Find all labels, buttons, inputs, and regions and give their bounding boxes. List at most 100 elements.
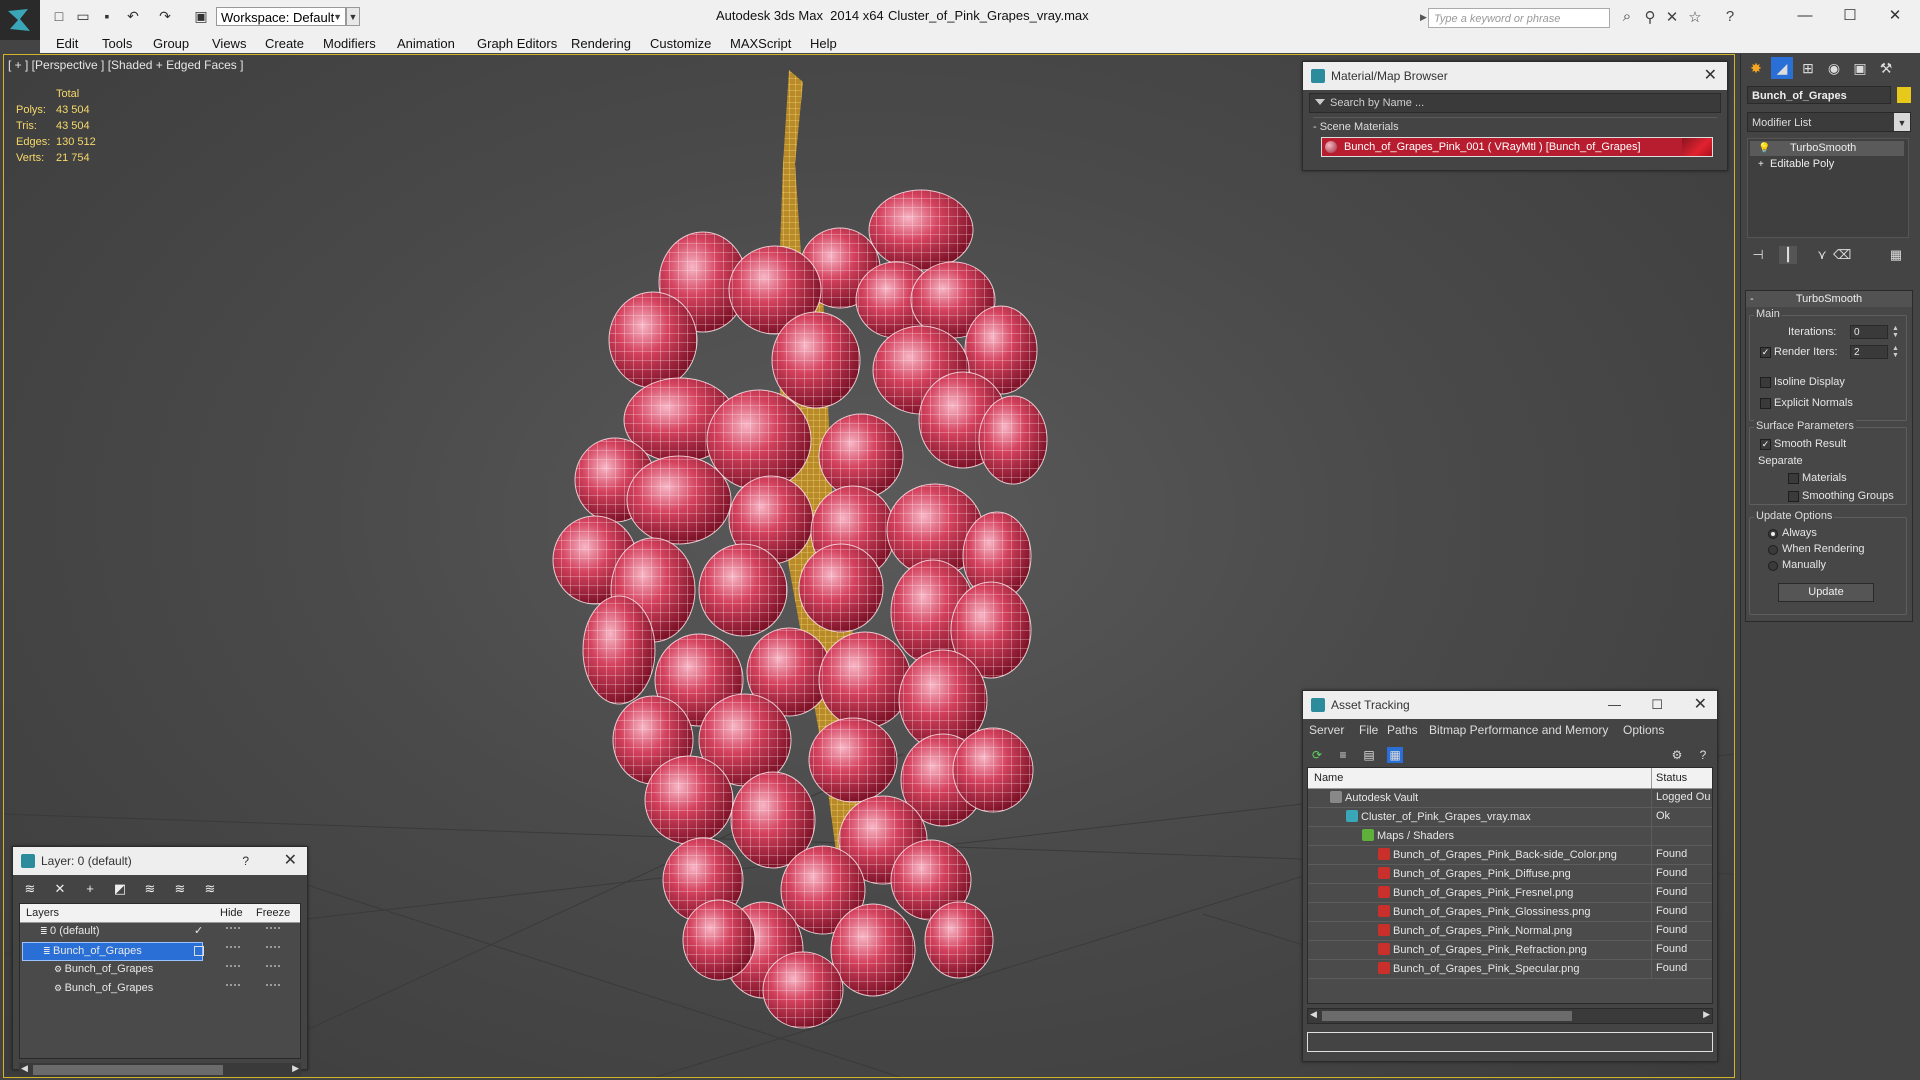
table-row[interactable]: Cluster_of_Pink_Grapes_vray.max Ok <box>1308 807 1712 827</box>
at-menu-paths[interactable]: Paths <box>1387 723 1418 737</box>
app-logo-icon[interactable] <box>0 0 40 40</box>
at-menu-bitmap-performance[interactable]: Bitmap Performance and Memory <box>1429 723 1608 737</box>
close-icon[interactable]: ✕ <box>1704 62 1717 90</box>
asset-tracking-titlebar[interactable]: Asset Tracking — ☐ ✕ <box>1303 691 1717 719</box>
highlight-layer-icon[interactable]: ≋ <box>141 881 159 897</box>
bulb-icon[interactable]: 💡 <box>1758 141 1770 156</box>
display-tab-icon[interactable]: ▣ <box>1849 57 1871 79</box>
refresh-icon[interactable]: ⟳ <box>1309 747 1325 763</box>
column-freeze[interactable]: Freeze <box>256 907 290 919</box>
menu-tools[interactable]: Tools <box>102 36 132 51</box>
menu-edit[interactable]: Edit <box>56 36 78 51</box>
scene-materials-group[interactable]: - Scene Materials <box>1313 117 1717 133</box>
layer-explorer-titlebar[interactable]: Layer: 0 (default) ? ✕ <box>13 847 307 875</box>
hide-toggle[interactable] <box>226 927 240 929</box>
utilities-tab-icon[interactable]: ⚒ <box>1875 57 1897 79</box>
help-icon[interactable]: ? <box>1695 747 1711 763</box>
hierarchy-tab-icon[interactable]: ⊞ <box>1797 57 1819 79</box>
object-color-swatch[interactable] <box>1897 87 1911 103</box>
vault-settings-icon[interactable]: ⚙ <box>1669 747 1685 763</box>
layer-row[interactable]: ⚙ Bunch_of_Grapes <box>20 979 300 998</box>
open-file-icon[interactable]: ▭ <box>74 8 92 24</box>
viewport-label[interactable]: [ + ] [Perspective ] [Shaded + Edged Fac… <box>8 58 243 72</box>
help-icon[interactable]: ? <box>242 847 249 875</box>
at-menu-options[interactable]: Options <box>1623 723 1664 737</box>
save-icon[interactable]: ▪ <box>98 8 116 24</box>
motion-tab-icon[interactable]: ◉ <box>1823 57 1845 79</box>
table-row[interactable]: Bunch_of_Grapes_Pink_Refraction.png Found <box>1308 940 1712 960</box>
scrollbar-thumb[interactable] <box>1322 1011 1572 1021</box>
modifier-list-dropdown[interactable]: Modifier List ▼ <box>1747 112 1911 132</box>
table-row[interactable]: Bunch_of_Grapes_Pink_Specular.png Found <box>1308 959 1712 979</box>
update-button[interactable]: Update <box>1778 583 1874 602</box>
column-hide[interactable]: Hide <box>220 907 243 919</box>
subscription-icon[interactable]: ⚲ <box>1640 8 1660 26</box>
redo-icon[interactable]: ↷ <box>156 8 174 24</box>
table-view-icon[interactable]: ▦ <box>1387 747 1403 763</box>
at-menu-server[interactable]: Server <box>1309 723 1344 737</box>
scroll-right-icon[interactable]: ▶ <box>1703 1009 1710 1020</box>
materials-checkbox[interactable] <box>1788 473 1799 484</box>
smoothing-groups-checkbox[interactable] <box>1788 491 1799 502</box>
table-row[interactable]: Bunch_of_Grapes_Pink_Fresnel.png Found <box>1308 883 1712 903</box>
scroll-right-icon[interactable]: ▶ <box>292 1063 299 1074</box>
scroll-left-icon[interactable]: ◀ <box>21 1063 28 1074</box>
table-row[interactable]: Autodesk Vault Logged Ou <box>1308 788 1712 808</box>
new-file-icon[interactable]: □ <box>50 8 68 24</box>
menu-graph-editors[interactable]: Graph Editors <box>477 36 557 51</box>
rollout-header[interactable]: - TurboSmooth <box>1746 291 1912 307</box>
hide-toggle[interactable] <box>226 984 240 986</box>
hide-all-layers-icon[interactable]: ≋ <box>171 881 189 897</box>
make-unique-icon[interactable]: ⋎ <box>1813 246 1831 264</box>
search-input[interactable]: Type a keyword or phrase <box>1428 8 1610 28</box>
set-current-layer-icon[interactable] <box>194 946 204 956</box>
modify-tab-icon[interactable]: ◢ <box>1771 57 1793 79</box>
delete-layer-icon[interactable]: ✕ <box>51 881 69 897</box>
material-item[interactable]: Bunch_of_Grapes_Pink_001 ( VRayMtl ) [Bu… <box>1321 137 1713 157</box>
when-rendering-radio[interactable] <box>1768 545 1778 555</box>
pin-stack-icon[interactable]: ⊣ <box>1749 246 1767 264</box>
column-layers[interactable]: Layers <box>26 907 59 919</box>
collapse-icon[interactable]: - <box>1750 291 1754 307</box>
stack-item-editable-poly[interactable]: + Editable Poly <box>1750 157 1904 172</box>
column-name[interactable]: Name <box>1314 772 1343 784</box>
spinner-arrows-icon[interactable]: ▲ ▼ <box>1892 345 1899 359</box>
favorites-star-icon[interactable]: ☆ <box>1685 8 1705 26</box>
create-layer-icon[interactable]: ≋ <box>21 881 39 897</box>
scrollbar-thumb[interactable] <box>33 1065 223 1075</box>
hide-toggle[interactable] <box>226 946 240 948</box>
expand-plus-icon[interactable]: + <box>1758 157 1764 172</box>
column-status[interactable]: Status <box>1656 772 1687 784</box>
object-name-field[interactable]: Bunch_of_Grapes <box>1747 86 1891 104</box>
communication-icon[interactable]: ✕ <box>1662 8 1682 26</box>
table-row[interactable]: Bunch_of_Grapes_Pink_Normal.png Found <box>1308 921 1712 941</box>
current-layer-check-icon[interactable]: ✓ <box>194 924 203 937</box>
stack-item-turbosmooth[interactable]: 💡 TurboSmooth <box>1750 141 1904 156</box>
configure-modifier-sets-icon[interactable]: ▦ <box>1887 246 1905 264</box>
create-tab-icon[interactable]: ✸ <box>1745 57 1767 79</box>
hide-toggle[interactable] <box>226 965 240 967</box>
freeze-toggle[interactable] <box>266 927 280 929</box>
spinner-arrows-icon[interactable]: ▲ ▼ <box>1892 325 1899 339</box>
manually-radio[interactable] <box>1768 561 1778 571</box>
menu-maxscript[interactable]: MAXScript <box>730 36 791 51</box>
table-row[interactable]: Bunch_of_Grapes_Pink_Diffuse.png Found <box>1308 864 1712 884</box>
minimize-icon[interactable]: — <box>1608 691 1621 719</box>
layer-row[interactable]: ≣ Bunch_of_Grapes <box>20 941 300 961</box>
close-icon[interactable]: ✕ <box>284 847 297 875</box>
menu-group[interactable]: Group <box>153 36 189 51</box>
freeze-all-layers-icon[interactable]: ≋ <box>201 881 219 897</box>
iterations-spinner[interactable]: 0 <box>1850 325 1888 339</box>
always-radio[interactable] <box>1768 529 1778 539</box>
menu-modifiers[interactable]: Modifiers <box>323 36 376 51</box>
maximize-button[interactable]: ☐ <box>1835 4 1865 28</box>
freeze-toggle[interactable] <box>266 946 280 948</box>
menu-animation[interactable]: Animation <box>397 36 455 51</box>
close-icon[interactable]: ✕ <box>1694 691 1707 719</box>
remove-modifier-icon[interactable]: ⌫ <box>1833 246 1851 264</box>
horizontal-scrollbar[interactable]: ◀ ▶ <box>1307 1008 1713 1024</box>
maximize-icon[interactable]: ☐ <box>1651 691 1663 719</box>
options-dropdown-icon[interactable] <box>1315 99 1325 105</box>
explicit-normals-checkbox[interactable] <box>1760 398 1771 409</box>
freeze-toggle[interactable] <box>266 965 280 967</box>
